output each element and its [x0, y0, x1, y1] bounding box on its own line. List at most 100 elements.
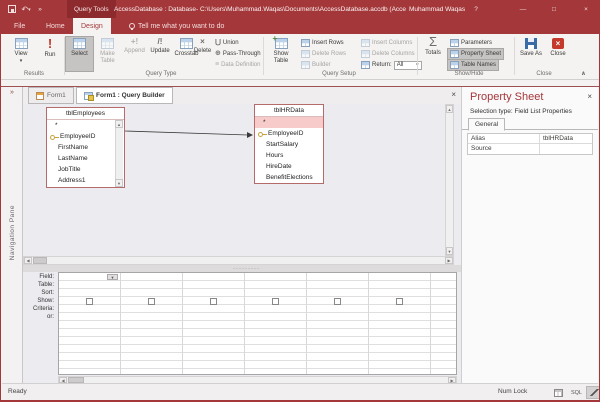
property-value[interactable]: [540, 144, 592, 154]
pass-through-button[interactable]: Pass-Through: [213, 49, 263, 59]
expand-icon: »: [10, 89, 14, 96]
close-window-button[interactable]: ×: [576, 0, 596, 18]
view-button[interactable]: View: [7, 37, 35, 71]
pane-splitter[interactable]: [23, 265, 463, 272]
row-label-or: or:: [46, 314, 54, 320]
update-button[interactable]: Update: [148, 37, 172, 71]
scroll-up-icon[interactable]: ▲: [115, 120, 123, 128]
show-checkbox[interactable]: [272, 298, 279, 305]
tab-file[interactable]: File: [6, 18, 33, 34]
scroll-down-icon[interactable]: ▼: [446, 247, 453, 255]
tab-design[interactable]: Design: [73, 18, 111, 34]
design-view-button[interactable]: [586, 386, 599, 399]
undo-button[interactable]: [20, 0, 32, 18]
account-user-name[interactable]: Muhammad Waqas: [409, 0, 465, 18]
sql-view-button[interactable]: SQL: [568, 386, 585, 399]
diagram-horizontal-scrollbar[interactable]: ◀ ▶: [23, 256, 454, 265]
property-sheet-button[interactable]: Property Sheet: [448, 49, 504, 59]
field-row[interactable]: LastName: [47, 153, 124, 164]
property-row-source[interactable]: Source: [468, 144, 592, 154]
quick-access-more-button[interactable]: »: [35, 0, 45, 18]
delete-columns-button[interactable]: Delete Columns: [359, 49, 417, 59]
chevron-down-icon: [28, 6, 31, 13]
field-row[interactable]: HireDate: [255, 161, 323, 172]
tell-me-box[interactable]: Tell me what you want to do: [129, 18, 224, 34]
field-row[interactable]: Address1: [47, 175, 124, 186]
totals-button[interactable]: Totals: [420, 37, 446, 71]
save-as-button[interactable]: Save As: [518, 37, 544, 71]
field-row-selected[interactable]: *: [255, 117, 323, 128]
help-button[interactable]: ?: [469, 0, 483, 18]
field-row[interactable]: EmployeeID: [255, 128, 323, 139]
contextual-tab-querytools[interactable]: Query Tools: [67, 0, 116, 18]
tab-home[interactable]: Home: [38, 18, 73, 34]
property-row-alias[interactable]: Alias tblHRData: [468, 134, 592, 144]
doc-tab-query-builder[interactable]: Form1 : Query Builder: [76, 87, 173, 104]
expand-nav-pane-button[interactable]: »: [2, 89, 22, 96]
query-grid[interactable]: ▼: [58, 272, 457, 375]
property-label: Source: [468, 144, 540, 154]
data-definition-button[interactable]: Data Definition: [213, 60, 262, 70]
table-name-label: tblHRData: [274, 107, 304, 114]
plus-icon: +: [272, 34, 278, 43]
table-names-button[interactable]: Table Names: [448, 60, 499, 70]
scroll-down-icon[interactable]: ▼: [115, 179, 123, 187]
field-list-tblemployees[interactable]: tblEmployees * EmployeeID FirstName Last…: [46, 107, 125, 188]
save-button[interactable]: [6, 0, 18, 18]
table-name-header[interactable]: tblEmployees: [47, 108, 124, 120]
show-checkbox[interactable]: [148, 298, 155, 305]
property-sheet-title: Property Sheet: [470, 91, 544, 103]
field-row[interactable]: *: [47, 120, 124, 131]
make-table-icon: [101, 38, 114, 49]
field-list-scrollbar[interactable]: ▲ ▼: [115, 120, 123, 187]
collapse-ribbon-button[interactable]: [581, 70, 586, 78]
scrollbar-thumb[interactable]: [33, 257, 47, 264]
tab-general[interactable]: General: [468, 118, 506, 131]
make-table-button[interactable]: Make Table: [94, 37, 121, 71]
union-button[interactable]: Union: [213, 38, 241, 48]
field-row[interactable]: EmployeeID: [47, 131, 124, 142]
field-row[interactable]: Hours: [255, 150, 323, 161]
scroll-up-icon[interactable]: ▲: [446, 105, 453, 113]
append-button[interactable]: Append: [122, 37, 147, 71]
show-checkbox[interactable]: [86, 298, 93, 305]
field-cell-dropdown[interactable]: ▼: [107, 274, 118, 280]
run-icon: [48, 38, 52, 50]
maximize-icon: □: [552, 5, 556, 13]
scroll-left-icon[interactable]: ◀: [24, 257, 32, 264]
save-icon: [8, 5, 16, 13]
field-row[interactable]: FirstName: [47, 142, 124, 153]
builder-button[interactable]: Builder: [299, 60, 333, 70]
close-query-button[interactable]: × Close: [546, 37, 570, 71]
minimize-button[interactable]: —: [513, 0, 533, 18]
delete-rows-button[interactable]: Delete Rows: [299, 49, 348, 59]
field-row[interactable]: JobTitle: [47, 164, 124, 175]
parameters-button[interactable]: Parameters: [448, 38, 494, 48]
diagram-vertical-scrollbar[interactable]: ▲ ▼: [445, 104, 454, 256]
property-value[interactable]: tblHRData: [540, 134, 592, 143]
insert-columns-button[interactable]: Insert Columns: [359, 38, 414, 48]
show-checkbox[interactable]: [334, 298, 341, 305]
run-label: Run: [44, 52, 56, 58]
select-query-button[interactable]: Select: [66, 37, 93, 71]
document-tab-bar: Form1 Form1 : Query Builder ×: [23, 87, 463, 104]
delete-query-button[interactable]: Delete: [192, 37, 213, 71]
close-property-sheet-button[interactable]: ×: [587, 92, 592, 101]
table-name-header[interactable]: tblHRData: [255, 105, 323, 117]
datasheet-view-button[interactable]: [550, 386, 567, 399]
splitter-handle[interactable]: [233, 267, 260, 271]
show-checkbox[interactable]: [396, 298, 403, 305]
doc-tab-form1[interactable]: Form1: [28, 87, 74, 104]
maximize-button[interactable]: □: [544, 0, 564, 18]
show-checkbox[interactable]: [210, 298, 217, 305]
selection-type-label: Selection type:: [470, 108, 513, 115]
insert-rows-button[interactable]: Insert Rows: [299, 38, 346, 48]
run-button[interactable]: Run: [37, 37, 63, 71]
field-row[interactable]: BenefitElections: [255, 172, 323, 183]
close-document-button[interactable]: ×: [451, 91, 456, 99]
field-row[interactable]: StartSalary: [255, 139, 323, 150]
navigation-pane-collapsed[interactable]: » Navigation Pane: [2, 87, 23, 383]
field-list-tblhrdata[interactable]: tblHRData * EmployeeID StartSalary Hours…: [254, 104, 324, 184]
scroll-right-icon[interactable]: ▶: [445, 257, 453, 264]
show-table-button[interactable]: + Show Table: [266, 34, 296, 71]
